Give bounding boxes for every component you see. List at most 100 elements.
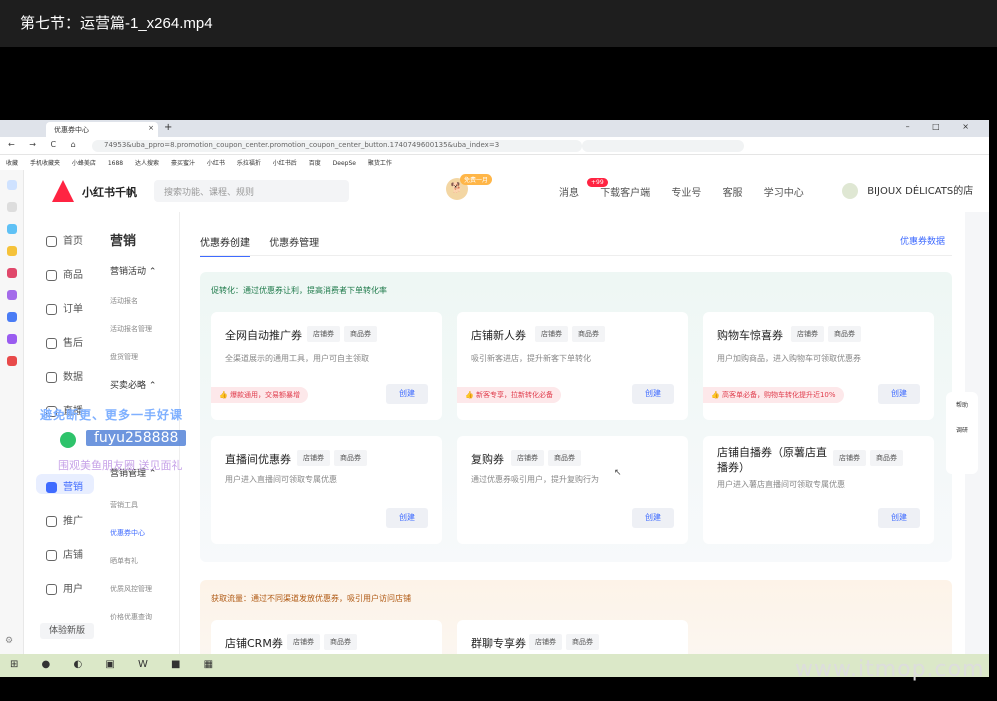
home-icon[interactable]: [6, 180, 17, 190]
sidebar-item-goods[interactable]: 商品: [46, 266, 83, 281]
pro-account-link[interactable]: 专业号: [671, 188, 701, 199]
floating-help-panel: 帮助 调研: [946, 392, 978, 474]
mouse-cursor-icon: ↖: [614, 468, 622, 478]
app-icon[interactable]: [6, 224, 17, 234]
game-icon[interactable]: [6, 356, 17, 366]
menu-item[interactable]: 盘货管理: [110, 352, 138, 362]
bookmark[interactable]: 豪买蜜汁: [171, 160, 195, 167]
settings-gear-icon[interactable]: ⚙: [5, 636, 13, 646]
card-title: 直播间优惠券: [225, 453, 291, 466]
sidebar-item-promotion[interactable]: 推广: [46, 512, 83, 527]
help-button[interactable]: 帮助: [946, 400, 978, 409]
tag-shop: 店铺券: [511, 450, 544, 466]
menu-item[interactable]: 活动报名: [110, 296, 138, 306]
tag-shop: 店铺券: [307, 326, 340, 342]
megaphone-icon: [46, 481, 57, 493]
card-title: 购物车惊喜券: [717, 329, 783, 342]
bookmarks-bar: 收藏 手机收藏夹 小蜂美店 1688 达人搜索 豪买蜜汁 小红书 乐拉福折 小红…: [0, 155, 989, 170]
shop-switcher[interactable]: BIJOUX DÉLICATS的店: [842, 182, 973, 199]
sidebar-item-orders[interactable]: 订单: [46, 300, 83, 315]
bookmark[interactable]: 手机收藏夹: [30, 160, 60, 167]
sidebar-item-marketing[interactable]: 营销: [46, 478, 83, 493]
app-icon[interactable]: [6, 334, 17, 344]
create-button[interactable]: 创建: [632, 508, 674, 528]
section-title: 获取流量：通过不同渠道发放优惠券，吸引用户访问店铺: [211, 594, 411, 603]
new-tab-icon[interactable]: +: [164, 122, 172, 133]
search-input[interactable]: 搜索功能、课程、规则: [154, 180, 349, 202]
sidebar-item-shop[interactable]: 店铺: [46, 546, 83, 561]
message-link[interactable]: 消息: [559, 188, 579, 199]
bookmark[interactable]: 小红书: [207, 160, 225, 167]
bookmark[interactable]: 1688: [108, 160, 123, 167]
bookmark[interactable]: 收藏: [6, 160, 18, 167]
bookmark[interactable]: 小红书后: [273, 160, 297, 167]
sidebar-label: 售后: [63, 338, 83, 349]
tag-goods: 商品券: [828, 326, 861, 342]
browser-tab[interactable]: 优惠券中心 ×: [46, 122, 158, 137]
bookmark[interactable]: 聚货工作: [368, 160, 392, 167]
sidebar-item-aftersale[interactable]: 售后: [46, 334, 83, 349]
video-title: 第七节：运营篇-1_x264.mp4: [0, 0, 997, 47]
main-content: 优惠券创建 优惠券管理 优惠券数据 促转化：通过优惠券让利，提高消费者下单转化率…: [180, 212, 965, 677]
app-icon[interactable]: [6, 268, 17, 278]
tag-shop: 店铺券: [287, 634, 320, 650]
download-client-link[interactable]: 下载客户端: [600, 188, 650, 199]
plus-icon[interactable]: [6, 202, 17, 212]
bookmark[interactable]: 达人搜索: [135, 160, 159, 167]
bookmark[interactable]: DeepSe: [333, 160, 356, 167]
tab-coupon-create[interactable]: 优惠券创建: [200, 234, 250, 257]
logo-text: 小红书千帆: [82, 186, 137, 199]
url-field[interactable]: 74953&uba_ppro=8.promotion_coupon_center…: [92, 140, 582, 152]
bookmark[interactable]: 小蜂美店: [72, 160, 96, 167]
nav-buttons[interactable]: ← → C ⌂: [8, 140, 82, 149]
sidebar-item-data[interactable]: 数据: [46, 368, 83, 383]
sidebar-item-users[interactable]: 用户: [46, 580, 83, 595]
star-icon[interactable]: [6, 246, 17, 256]
coupon-data-link[interactable]: 优惠券数据: [900, 234, 945, 247]
ai-icon[interactable]: [6, 312, 17, 322]
create-button[interactable]: 创建: [386, 508, 428, 528]
browser-search-field[interactable]: [582, 140, 744, 152]
promo-watermark: 避免断更、更多一手好课: [40, 408, 184, 422]
app-icon[interactable]: [6, 290, 17, 300]
create-button[interactable]: 创建: [878, 508, 920, 528]
sidebar-item-home[interactable]: 首页: [46, 232, 83, 247]
create-button[interactable]: 创建: [386, 384, 428, 404]
menu-item-coupon-center[interactable]: 优惠券中心: [110, 528, 145, 538]
aftersale-icon: [46, 337, 57, 349]
menu-item[interactable]: 活动报名管理: [110, 324, 152, 334]
menu-item[interactable]: 优质风控管理: [110, 584, 152, 594]
section-title: 促转化：通过优惠券让利，提高消费者下单转化率: [211, 286, 387, 295]
bookmark[interactable]: 百度: [309, 160, 321, 167]
order-icon: [46, 303, 57, 315]
create-button[interactable]: 创建: [632, 384, 674, 404]
menu-item[interactable]: 价格优惠查询: [110, 612, 152, 622]
tab-close-icon[interactable]: ×: [148, 124, 154, 132]
sidebar-label: 营销: [63, 482, 83, 493]
tag-shop: 店铺券: [791, 326, 824, 342]
tab-coupon-manage[interactable]: 优惠券管理: [269, 234, 319, 255]
menu-item[interactable]: 晒单有礼: [110, 556, 138, 566]
learning-center-link[interactable]: 学习中心: [764, 188, 804, 199]
shop-name: BIJOUX DÉLICATS的店: [867, 186, 974, 197]
tag-goods: 商品券: [334, 450, 367, 466]
create-button[interactable]: 创建: [878, 384, 920, 404]
survey-button[interactable]: 调研: [946, 425, 978, 434]
card-title: 全网自动推广券: [225, 329, 302, 342]
customer-service-link[interactable]: 客服: [723, 188, 743, 199]
try-new-version-button[interactable]: 体验新版: [40, 623, 94, 639]
users-icon: [46, 583, 57, 595]
sidebar-label: 数据: [63, 372, 83, 383]
menu-item[interactable]: 营销工具: [110, 500, 138, 510]
home-icon: [46, 235, 57, 247]
tab-divider: [200, 255, 952, 256]
tag-goods: 商品券: [870, 450, 903, 466]
menu-group-activities[interactable]: 营销活动 ⌃: [110, 264, 156, 277]
taskbar-icons[interactable]: ⊞ ● ◐ ▣ W ■ ▦: [10, 659, 223, 670]
menu-group[interactable]: 买卖必略 ⌃: [110, 378, 156, 391]
coupon-card: 直播间优惠券 店铺券 商品券 用户进入直播间可领取专属优惠 创建: [211, 436, 442, 544]
card-desc: 全渠道展示的通用工具，用户可自主领取: [225, 354, 369, 363]
logo-icon: [52, 180, 74, 202]
bookmark[interactable]: 乐拉福折: [237, 160, 261, 167]
window-controls[interactable]: – □ ×: [906, 122, 979, 131]
